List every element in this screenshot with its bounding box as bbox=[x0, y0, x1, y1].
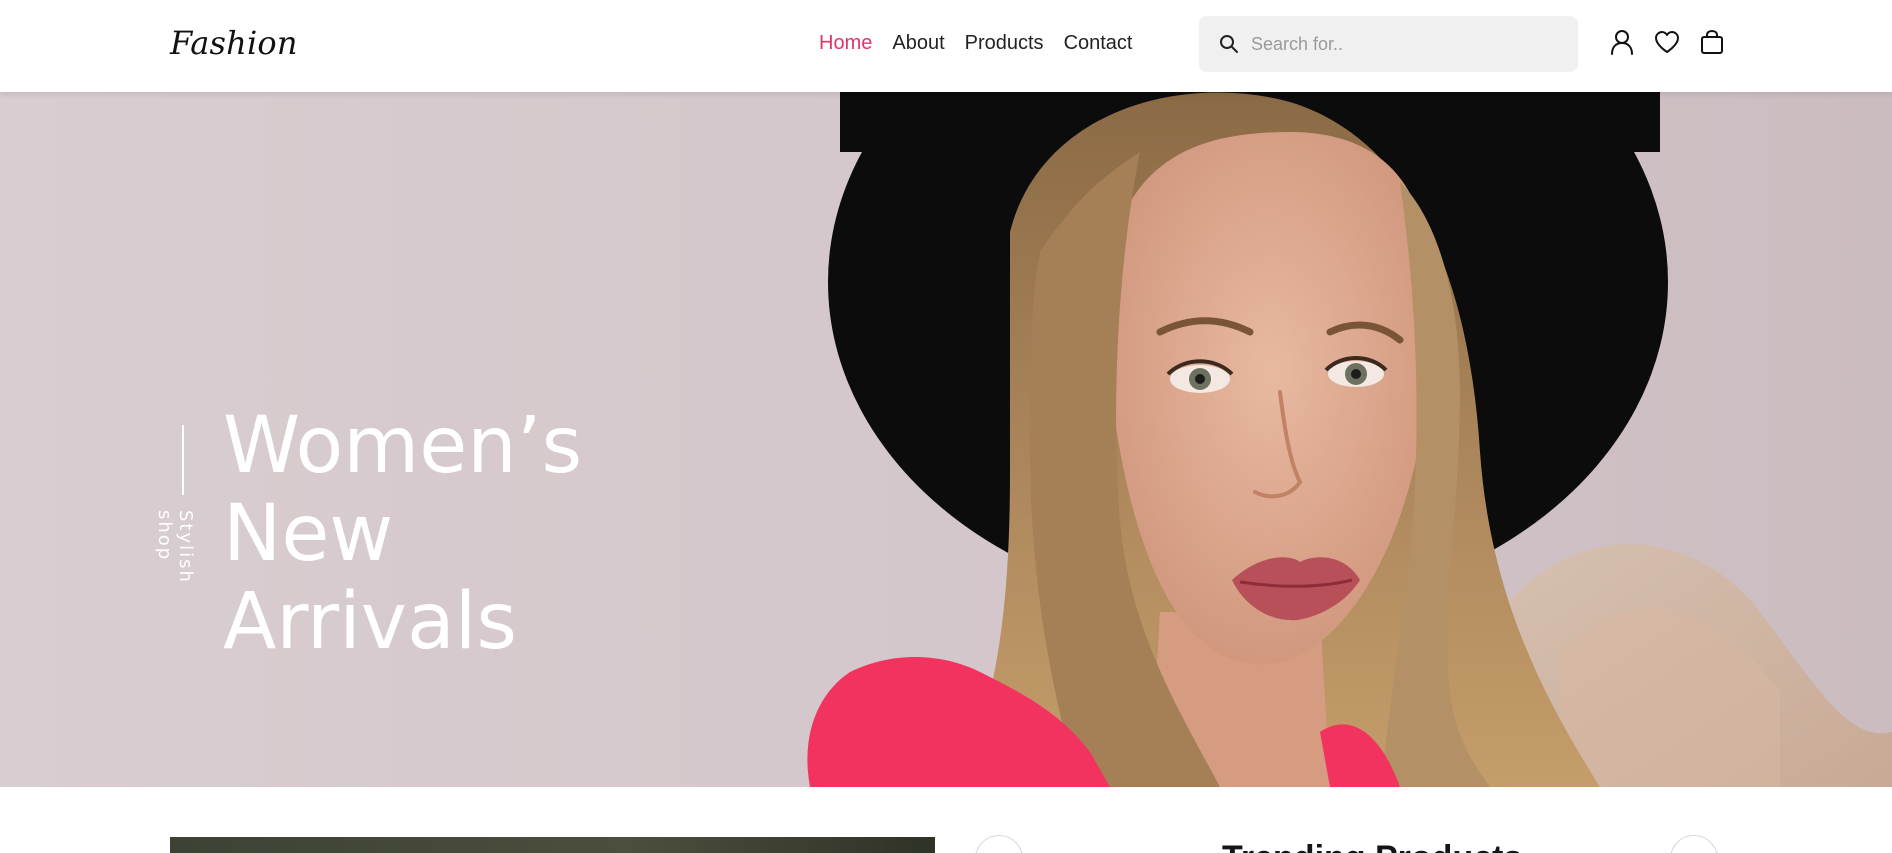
carousel-next-button[interactable] bbox=[1670, 835, 1718, 853]
nav-contact[interactable]: Contact bbox=[1064, 32, 1133, 55]
hero-title: Women’s New Arrivals bbox=[223, 402, 723, 666]
heart-icon[interactable] bbox=[1654, 29, 1680, 55]
brand-logo[interactable]: Fashion bbox=[170, 24, 298, 62]
header-actions bbox=[1609, 29, 1725, 55]
main-nav: Home About Products Contact bbox=[819, 32, 1133, 55]
user-icon[interactable] bbox=[1609, 29, 1635, 55]
section-title: Trending Products bbox=[1222, 839, 1522, 853]
site-header: Fashion Home About Products Contact bbox=[0, 0, 1892, 92]
trending-section: Trending Products bbox=[0, 787, 1892, 853]
search-input[interactable] bbox=[1251, 33, 1551, 55]
nav-products[interactable]: Products bbox=[965, 32, 1044, 55]
nav-home[interactable]: Home bbox=[819, 32, 872, 55]
bag-icon[interactable] bbox=[1699, 29, 1725, 55]
hero-divider bbox=[182, 425, 184, 495]
search-bar bbox=[1199, 16, 1578, 72]
hero-title-line-3: Arrivals bbox=[223, 577, 518, 667]
hero-banner: Stylish shop Women’s New Arrivals bbox=[0, 92, 1892, 787]
feature-image[interactable] bbox=[170, 837, 935, 853]
nav-about[interactable]: About bbox=[892, 32, 944, 55]
hero-tagline: Stylish shop bbox=[154, 510, 196, 584]
carousel-prev-button[interactable] bbox=[975, 835, 1023, 853]
hero-title-line-2: New bbox=[223, 489, 394, 579]
search-icon[interactable] bbox=[1219, 34, 1239, 54]
hero-title-line-1: Women’s bbox=[223, 401, 583, 491]
